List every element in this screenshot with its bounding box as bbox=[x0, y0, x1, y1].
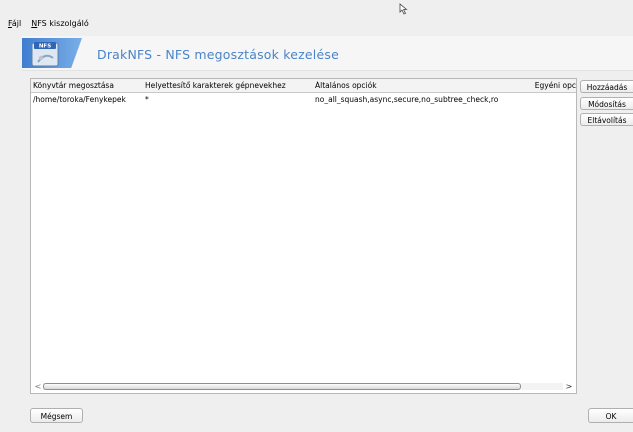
column-header-wildcard[interactable]: Helyettesítő karakterek gépnevekhez bbox=[145, 81, 313, 90]
column-header-custom-options[interactable]: Egyéni opc bbox=[523, 81, 576, 90]
scroll-right-arrow-icon[interactable]: > bbox=[564, 382, 574, 391]
cell-options: no_all_squash,async,secure,no_subtree_ch… bbox=[315, 95, 499, 104]
edit-button[interactable]: Módosítás bbox=[580, 97, 633, 110]
column-header-directory[interactable]: Könyvtár megosztása bbox=[33, 81, 141, 90]
cancel-button[interactable]: Mégsem bbox=[30, 408, 83, 423]
nfs-folder-icon: NFS bbox=[31, 42, 59, 67]
ok-button[interactable]: OK bbox=[588, 408, 633, 423]
table-row[interactable]: /home/toroka/Fenykepek * no_all_squash,a… bbox=[31, 93, 576, 105]
scroll-thumb[interactable] bbox=[43, 383, 522, 390]
mouse-pointer-icon bbox=[399, 3, 408, 15]
table-header: Könyvtár megosztása Helyettesítő karakte… bbox=[31, 79, 576, 93]
drakenfs-window: Fájl NFS kiszolgáló NFS DrakNFS - NFS me… bbox=[0, 0, 633, 432]
page-title: DrakNFS - NFS megosztások kezelése bbox=[97, 47, 339, 62]
header-banner: NFS DrakNFS - NFS megosztások kezelése bbox=[22, 36, 633, 71]
menu-nfs-server[interactable]: NFS kiszolgáló bbox=[31, 19, 89, 28]
menu-bar: Fájl NFS kiszolgáló bbox=[0, 16, 633, 30]
horizontal-scrollbar[interactable]: < > bbox=[33, 382, 574, 391]
menu-file[interactable]: Fájl bbox=[8, 19, 21, 28]
add-button[interactable]: Hozzáadás bbox=[580, 80, 633, 93]
scroll-track[interactable] bbox=[43, 383, 563, 390]
cell-wildcard: * bbox=[145, 95, 149, 104]
menu-file-label: ájl bbox=[11, 18, 22, 28]
shares-table: Könyvtár megosztása Helyettesítő karakte… bbox=[30, 78, 577, 394]
nfs-badge-label: NFS bbox=[39, 44, 51, 50]
menu-nfs-server-label: FS kiszolgáló bbox=[37, 18, 89, 28]
scroll-left-arrow-icon[interactable]: < bbox=[33, 382, 43, 391]
remove-button[interactable]: Eltávolítás bbox=[580, 113, 633, 126]
column-header-options[interactable]: Általános opciók bbox=[315, 81, 515, 90]
cell-directory: /home/toroka/Fenykepek bbox=[33, 95, 126, 104]
